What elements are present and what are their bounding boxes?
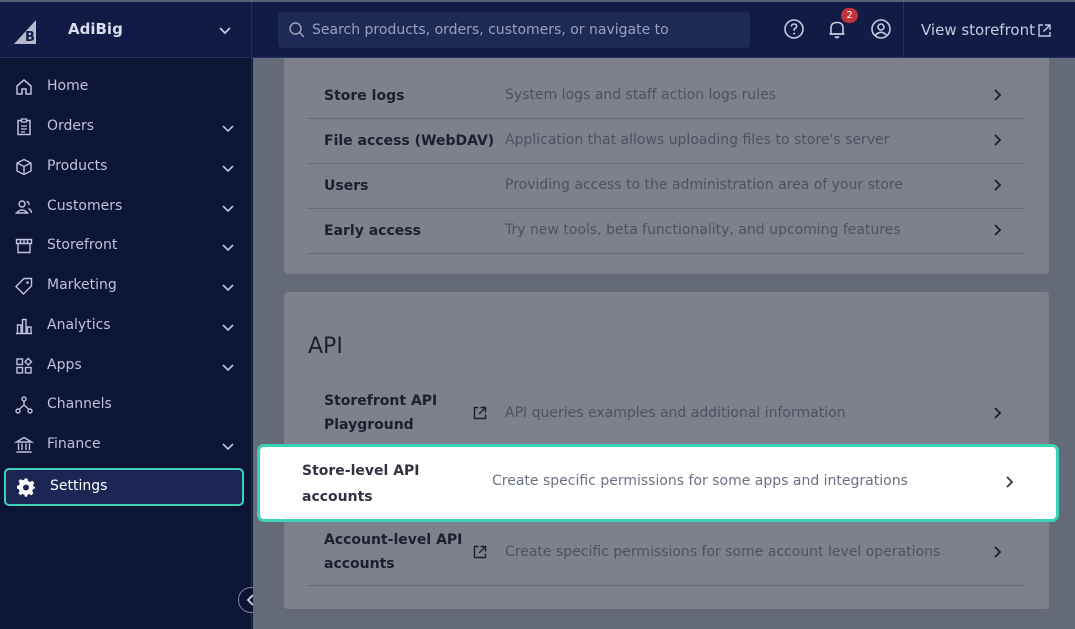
sidebar-item-label: Settings <box>50 478 108 494</box>
orders-icon <box>17 118 31 136</box>
chevron-down-icon[interactable] <box>220 319 236 335</box>
tag-icon <box>15 277 33 295</box>
channels-icon <box>15 396 33 414</box>
chevron-down-icon[interactable] <box>220 120 236 136</box>
settings-row-store-logs[interactable]: Store logs System logs and staff action … <box>307 74 1024 119</box>
sidebar-item-label: Apps <box>47 357 82 373</box>
sidebar-item-apps[interactable]: Apps <box>0 348 252 384</box>
row-description: Create specific permissions for some app… <box>492 473 908 489</box>
sidebar-item-label: Customers <box>47 198 123 214</box>
search-bar[interactable] <box>278 12 750 48</box>
row-description: API queries examples and additional info… <box>505 405 846 421</box>
sidebar-item-label: Home <box>47 78 89 94</box>
row-description: Try new tools, beta functionality, and u… <box>505 222 901 238</box>
sidebar-item-label: Channels <box>47 396 112 412</box>
row-title-line2: accounts <box>302 489 373 505</box>
help-icon[interactable] <box>783 18 805 40</box>
search-icon <box>289 22 305 38</box>
row-description: Application that allows uploading files … <box>505 132 890 148</box>
chevron-right-icon <box>994 224 1002 236</box>
svg-text:B: B <box>25 30 35 45</box>
sidebar-item-home[interactable]: Home <box>0 69 252 105</box>
row-title-line1: Store-level API <box>302 463 420 479</box>
finance-icon <box>14 436 34 453</box>
storefront-icon <box>15 238 33 254</box>
external-link-icon <box>473 406 487 420</box>
chevron-down-icon[interactable] <box>220 279 236 295</box>
sidebar-item-label: Orders <box>47 118 95 134</box>
search-input[interactable] <box>312 12 742 48</box>
view-storefront-link[interactable]: View storefront <box>903 2 1075 58</box>
store-switcher[interactable]: B AdiBig <box>0 2 252 58</box>
api-row-account-level[interactable]: Account-level API accounts Create specifi… <box>307 520 1024 586</box>
gear-icon <box>17 478 35 497</box>
sidebar-item-products[interactable]: Products <box>0 149 252 185</box>
row-title: Early access <box>324 223 421 239</box>
sidebar-item-orders[interactable]: Orders <box>0 109 252 145</box>
products-icon <box>16 158 32 176</box>
chevron-down-icon[interactable] <box>220 438 236 454</box>
store-name: AdiBig <box>68 20 123 38</box>
chevron-down-icon[interactable] <box>220 239 236 255</box>
sidebar-item-customers[interactable]: Customers <box>0 189 252 225</box>
chevron-right-icon <box>994 89 1002 101</box>
row-title-line2: accounts <box>324 556 395 572</box>
api-row-storefront-playground[interactable]: Storefront API Playground API queries exa… <box>307 383 1024 447</box>
row-title: Store logs <box>324 88 405 104</box>
chevron-right-icon <box>994 134 1002 146</box>
chevron-down-icon[interactable] <box>220 359 236 375</box>
view-storefront-label: View storefront <box>921 21 1035 39</box>
external-link-icon <box>473 545 487 559</box>
account-icon[interactable] <box>870 18 892 40</box>
settings-row-file-access[interactable]: File access (WebDAV) Application that al… <box>307 119 1024 164</box>
customers-icon <box>14 200 33 214</box>
settings-row-users[interactable]: Users Providing access to the administra… <box>307 164 1024 209</box>
sidebar-item-label: Storefront <box>47 237 118 253</box>
analytics-icon <box>16 318 32 335</box>
api-row-store-level-highlighted[interactable]: Store-level API accounts Create specific … <box>257 444 1059 522</box>
api-section-title: API <box>308 334 343 359</box>
top-bar: B AdiBig 2 View storefront <box>0 0 1075 58</box>
row-description: System logs and staff action logs rules <box>505 87 777 103</box>
chevron-right-icon <box>994 179 1002 191</box>
sidebar-item-finance[interactable]: Finance <box>0 427 252 463</box>
row-title: File access (WebDAV) <box>324 133 495 149</box>
sidebar: Home Orders Products Customers Storefron… <box>0 58 264 629</box>
row-title-line1: Account-level API <box>324 532 463 548</box>
settings-row-early-access[interactable]: Early access Try new tools, beta functio… <box>307 209 1024 254</box>
sidebar-item-label: Analytics <box>47 317 111 333</box>
home-icon <box>16 79 32 95</box>
sidebar-item-label: Products <box>47 158 108 174</box>
row-divider <box>284 517 1034 518</box>
external-link-icon <box>1038 24 1051 37</box>
row-title-line1: Storefront API <box>324 393 438 409</box>
sidebar-item-channels[interactable]: Channels <box>0 387 252 423</box>
main-content: Store logs System logs and staff action … <box>253 58 1075 629</box>
row-description: Create specific permissions for some acc… <box>505 544 941 560</box>
notification-badge: 2 <box>841 8 858 23</box>
row-title: Store-level API accounts <box>302 458 420 510</box>
sidebar-item-analytics[interactable]: Analytics <box>0 308 252 344</box>
row-description: Providing access to the administration a… <box>505 177 904 193</box>
settings-card: Store logs System logs and staff action … <box>284 58 1049 274</box>
row-title-line2: Playground <box>324 417 414 433</box>
chevron-right-icon <box>1006 476 1014 488</box>
sidebar-item-label: Finance <box>47 436 101 452</box>
row-title: Storefront API Playground <box>324 389 437 437</box>
chevron-right-icon <box>994 546 1002 558</box>
apps-icon <box>16 357 33 374</box>
bigcommerce-logo-icon: B <box>14 20 36 45</box>
sidebar-item-label: Marketing <box>47 277 117 293</box>
sidebar-item-settings[interactable]: Settings <box>4 468 244 506</box>
row-title: Users <box>324 178 369 194</box>
chevron-down-icon[interactable] <box>220 200 236 216</box>
chevron-down-icon[interactable] <box>217 22 233 38</box>
chevron-right-icon <box>994 407 1002 419</box>
sidebar-item-storefront[interactable]: Storefront <box>0 228 252 264</box>
sidebar-item-marketing[interactable]: Marketing <box>0 268 252 304</box>
chevron-down-icon[interactable] <box>220 160 236 176</box>
row-title: Account-level API accounts <box>324 528 462 576</box>
